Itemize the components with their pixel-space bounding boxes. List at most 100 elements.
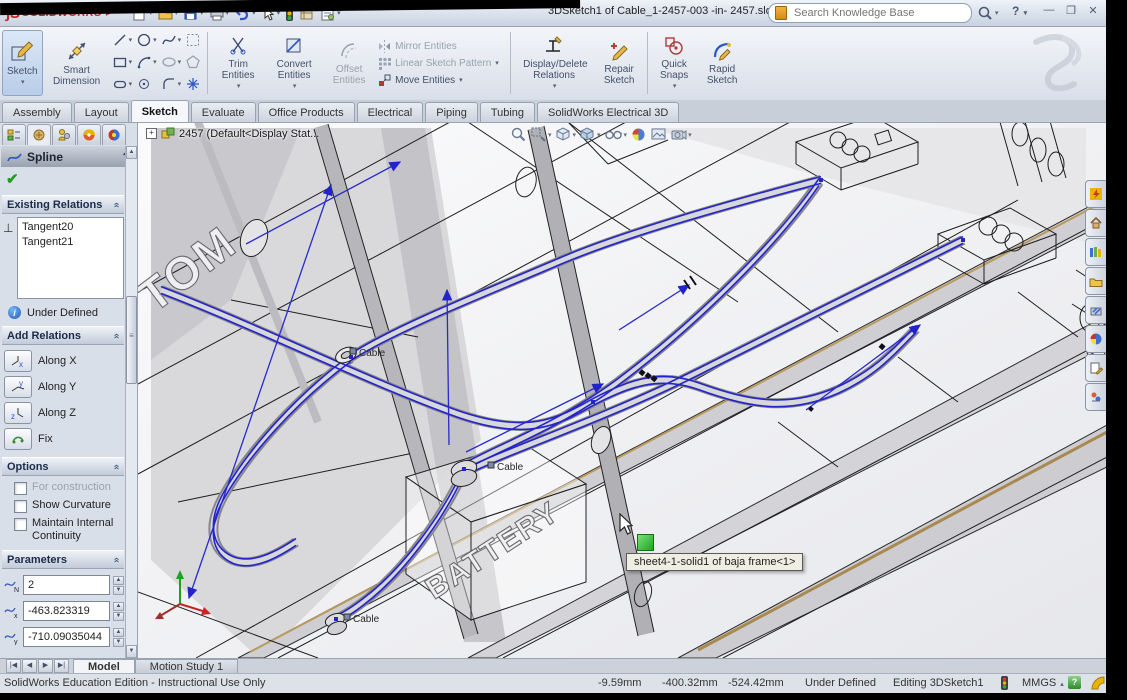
search-dropdown-icon[interactable]: ▾ — [995, 9, 999, 17]
quick-tips-icon[interactable]: ? — [1068, 676, 1081, 689]
x-coordinate-spinner[interactable]: ▲▼ — [113, 602, 124, 621]
help-button[interactable]: ? ▾ — [1012, 4, 1027, 18]
offset-entities-button[interactable]: Offset Entities — [323, 26, 375, 100]
tab-office-products[interactable]: Office Products — [258, 102, 355, 122]
search-button[interactable] — [976, 4, 994, 22]
repair-sketch-button[interactable]: Repair Sketch — [594, 26, 644, 100]
search-box[interactable] — [768, 3, 972, 23]
linear-sketch-pattern-button[interactable]: Linear Sketch Pattern▾ — [377, 56, 505, 71]
ok-check-icon[interactable]: ✔ — [6, 170, 19, 188]
x-coordinate-field[interactable]: -463.823319 — [23, 601, 110, 621]
y-coordinate-spinner[interactable]: ▲▼ — [113, 628, 124, 647]
apply-scene-icon[interactable] — [650, 126, 667, 143]
zoom-fit-icon[interactable] — [510, 126, 527, 143]
tab-evaluate[interactable]: Evaluate — [191, 102, 256, 122]
propertymanager-tab[interactable] — [27, 124, 51, 145]
show-curvature-checkbox[interactable] — [14, 500, 27, 513]
ellipse-tool[interactable]: ▾ — [160, 54, 183, 70]
convert-entities-button[interactable]: Convert Entities▾ — [265, 26, 323, 100]
tab-layout[interactable]: Layout — [74, 102, 129, 122]
model-tab[interactable]: Model — [73, 659, 135, 674]
close-button[interactable]: ✕ — [1086, 4, 1100, 17]
y-coordinate-field[interactable]: -710.09035044 — [23, 627, 110, 647]
quick-snaps-button[interactable]: Quick Snaps▾ — [651, 26, 697, 100]
tab-sketch[interactable]: Sketch — [131, 100, 189, 122]
circle-tool[interactable]: ▾ — [135, 32, 158, 48]
star-tool[interactable] — [184, 76, 202, 92]
rebuild-status-icon[interactable] — [1000, 676, 1009, 694]
fix-button[interactable] — [4, 428, 32, 450]
restore-button[interactable]: ❐ — [1064, 4, 1078, 17]
rapid-sketch-button[interactable]: Rapid Sketch — [697, 26, 747, 100]
tab-tubing[interactable]: Tubing — [480, 102, 535, 122]
tab-piping[interactable]: Piping — [425, 102, 478, 122]
toolbox-icon[interactable] — [1085, 296, 1106, 324]
display-delete-relations-button[interactable]: Display/Delete Relations▾ — [514, 26, 594, 100]
tab-electrical[interactable]: Electrical — [357, 102, 424, 122]
custom-properties-icon[interactable] — [1085, 354, 1106, 382]
tab-scroll-prev[interactable]: ◀ — [22, 659, 37, 673]
maintain-internal-continuity-checkbox[interactable] — [14, 518, 27, 531]
appearances-icon[interactable] — [1085, 325, 1106, 353]
graphics-viewport[interactable]: BATTERY TOM — [138, 122, 1106, 658]
pm-scrollbar[interactable]: ▲ ▼ — [125, 146, 137, 658]
minimize-button[interactable]: — — [1042, 4, 1056, 17]
configurationmanager-tab[interactable] — [52, 124, 76, 145]
feature-tree-root-label[interactable]: 2457 (Default<Display Stat... — [179, 128, 319, 140]
add-relations-header[interactable]: Add Relations« — [2, 326, 124, 345]
point-number-spinner[interactable]: ▲▼ — [113, 576, 124, 595]
sketch-button[interactable]: Sketch▾ — [2, 30, 43, 96]
home-icon[interactable] — [1085, 209, 1106, 237]
sketch-picture-tool[interactable] — [184, 32, 202, 48]
document-manager-icon[interactable] — [1085, 383, 1106, 411]
relation-item[interactable]: Tangent20 — [22, 220, 119, 235]
polygon-tool[interactable] — [184, 54, 202, 70]
arc-tool[interactable]: ▾ — [135, 54, 158, 70]
along-x-button[interactable]: x — [4, 350, 32, 372]
hide-show-glasses-icon[interactable]: ▾ — [604, 127, 628, 142]
design-library-icon[interactable] — [1085, 238, 1106, 266]
featuremanager-tab[interactable] — [2, 124, 26, 145]
scroll-thumb[interactable] — [126, 296, 137, 384]
scroll-down-arrow[interactable]: ▼ — [126, 645, 137, 658]
mirror-entities-button[interactable]: Mirror Entities — [377, 39, 505, 54]
units-selector[interactable]: MMGS ▴ — [1022, 677, 1064, 689]
spline-tool[interactable]: ▾ — [160, 32, 183, 48]
zoom-area-icon[interactable]: ▾ — [530, 126, 552, 143]
rectangle-tool[interactable]: ▾ — [111, 54, 134, 70]
relation-item[interactable]: Tangent21 — [22, 235, 119, 250]
motion-study-tab[interactable]: Motion Study 1 — [135, 659, 238, 674]
along-y-button[interactable]: y — [4, 376, 32, 398]
display-style-cube-icon[interactable]: ▾ — [579, 126, 601, 143]
move-entities-button[interactable]: Move Entities▾ — [377, 73, 505, 88]
view-settings-camera-icon[interactable]: ▾ — [670, 127, 692, 142]
solidworks-resources-icon[interactable] — [1085, 180, 1106, 208]
file-explorer-icon[interactable] — [1085, 267, 1106, 295]
parameters-header[interactable]: Parameters« — [2, 550, 124, 569]
line-tool[interactable]: ▾ — [111, 32, 134, 48]
search-input[interactable] — [792, 6, 965, 20]
existing-relations-header[interactable]: Existing Relations« — [2, 195, 124, 214]
tab-assembly[interactable]: Assembly — [2, 102, 72, 122]
tab-scroll-next[interactable]: ▶ — [38, 659, 53, 673]
point-number-field[interactable]: 2 — [23, 575, 110, 595]
tab-scroll-last[interactable]: ▶| — [54, 659, 69, 673]
dimxpertmanager-tab[interactable] — [77, 124, 101, 145]
smart-dimension-button[interactable]: Smart Dimension — [45, 26, 109, 100]
tree-expand-icon[interactable]: + — [146, 128, 157, 139]
displaymanager-tab[interactable] — [102, 124, 126, 145]
tab-scroll-first[interactable]: |◀ — [6, 659, 21, 673]
fillet-tool[interactable]: ▾ — [160, 76, 183, 92]
trim-entities-button[interactable]: Trim Entities▾ — [211, 26, 265, 100]
viewport-canvas[interactable]: BATTERY TOM — [138, 122, 1106, 658]
options-header[interactable]: Options« — [2, 457, 124, 476]
slot-tool[interactable]: ▾ — [111, 76, 134, 92]
view-orientation-cube-icon[interactable]: ▾ — [555, 126, 577, 143]
edit-appearance-icon[interactable] — [630, 126, 647, 143]
scroll-up-arrow[interactable]: ▲ — [126, 146, 137, 159]
tab-solidworks-electrical-3d[interactable]: SolidWorks Electrical 3D — [537, 102, 679, 122]
relations-list[interactable]: Tangent20 Tangent21 — [17, 217, 124, 299]
for-construction-checkbox[interactable] — [14, 482, 27, 495]
along-z-button[interactable]: z — [4, 402, 32, 424]
point-tool[interactable] — [135, 76, 158, 92]
